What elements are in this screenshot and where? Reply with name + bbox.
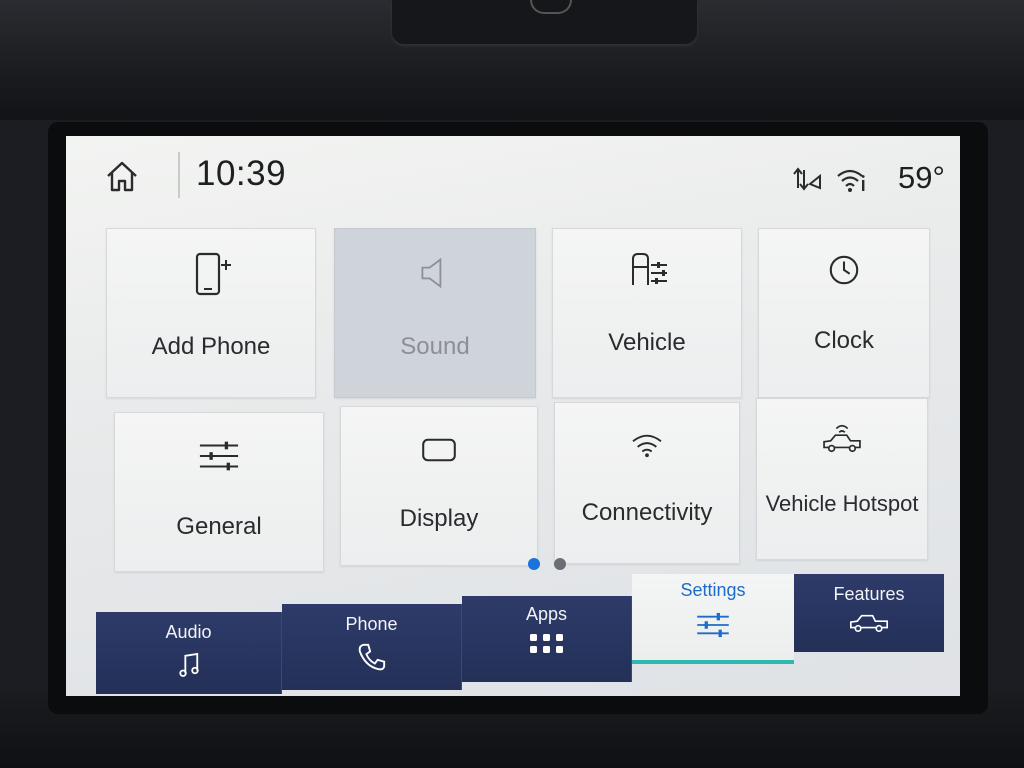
nav-settings-label: Settings (680, 580, 746, 600)
outside-temperature: 59° (898, 160, 945, 195)
data-signal-icon (793, 167, 821, 191)
wifi-icon (632, 434, 662, 458)
bottom-nav: Audio Phone Apps Settings Features (96, 574, 944, 694)
wifi-status-icon (837, 169, 865, 192)
apps-grid-icon (529, 634, 563, 653)
vehicle-hotspot-icon (823, 424, 861, 453)
nav-phone[interactable]: Phone (282, 604, 462, 690)
tile-general[interactable]: General (114, 412, 324, 572)
page-dot[interactable] (554, 558, 566, 570)
speaker-icon (421, 257, 442, 289)
tile-connectivity[interactable]: Connectivity (554, 402, 740, 564)
infotainment-screen: 10:39 59° Add Phone Sound Vehicle Clock … (66, 136, 960, 696)
tile-label: General (176, 513, 262, 540)
status-divider (178, 152, 180, 198)
music-note-icon (178, 652, 199, 677)
settings-sliders-icon (697, 612, 729, 638)
add-phone-icon (195, 252, 231, 296)
tile-vehicle[interactable]: Vehicle (552, 228, 742, 398)
status-bar: 10:39 59° (66, 136, 960, 218)
truck-icon (850, 614, 888, 632)
tile-label: Clock (813, 327, 874, 354)
tile-label: Display (399, 505, 479, 532)
nav-apps-label: Apps (525, 604, 568, 624)
nav-phone-label: Phone (345, 614, 398, 634)
tile-label: Vehicle (608, 329, 686, 356)
nav-apps[interactable]: Apps (462, 596, 632, 682)
status-clock: 10:39 (196, 154, 287, 193)
tile-add-phone[interactable]: Add Phone (106, 228, 316, 398)
display-icon (422, 438, 456, 462)
nav-features-label: Features (833, 584, 905, 604)
tile-label: Add Phone (151, 333, 271, 360)
page-dot-active[interactable] (528, 558, 540, 570)
phone-handset-icon (358, 643, 385, 671)
clock-icon (829, 255, 859, 285)
tile-clock[interactable]: Clock (758, 228, 930, 398)
nav-features[interactable]: Features (794, 574, 944, 652)
sliders-icon (199, 441, 239, 471)
page-indicator (526, 556, 570, 572)
tile-vehicle-hotspot[interactable]: Vehicle Hotspot (756, 398, 928, 560)
nav-audio-label: Audio (165, 622, 212, 642)
nav-settings[interactable]: Settings (632, 574, 794, 664)
nav-audio[interactable]: Audio (96, 612, 282, 694)
tile-label: Sound (400, 333, 470, 360)
tile-display[interactable]: Display (340, 406, 538, 566)
tile-label: Vehicle Hotspot (765, 491, 919, 516)
vehicle-settings-icon (632, 253, 667, 285)
tile-label: Connectivity (581, 499, 713, 526)
home-icon[interactable] (102, 156, 142, 196)
tile-sound[interactable]: Sound (334, 228, 536, 398)
